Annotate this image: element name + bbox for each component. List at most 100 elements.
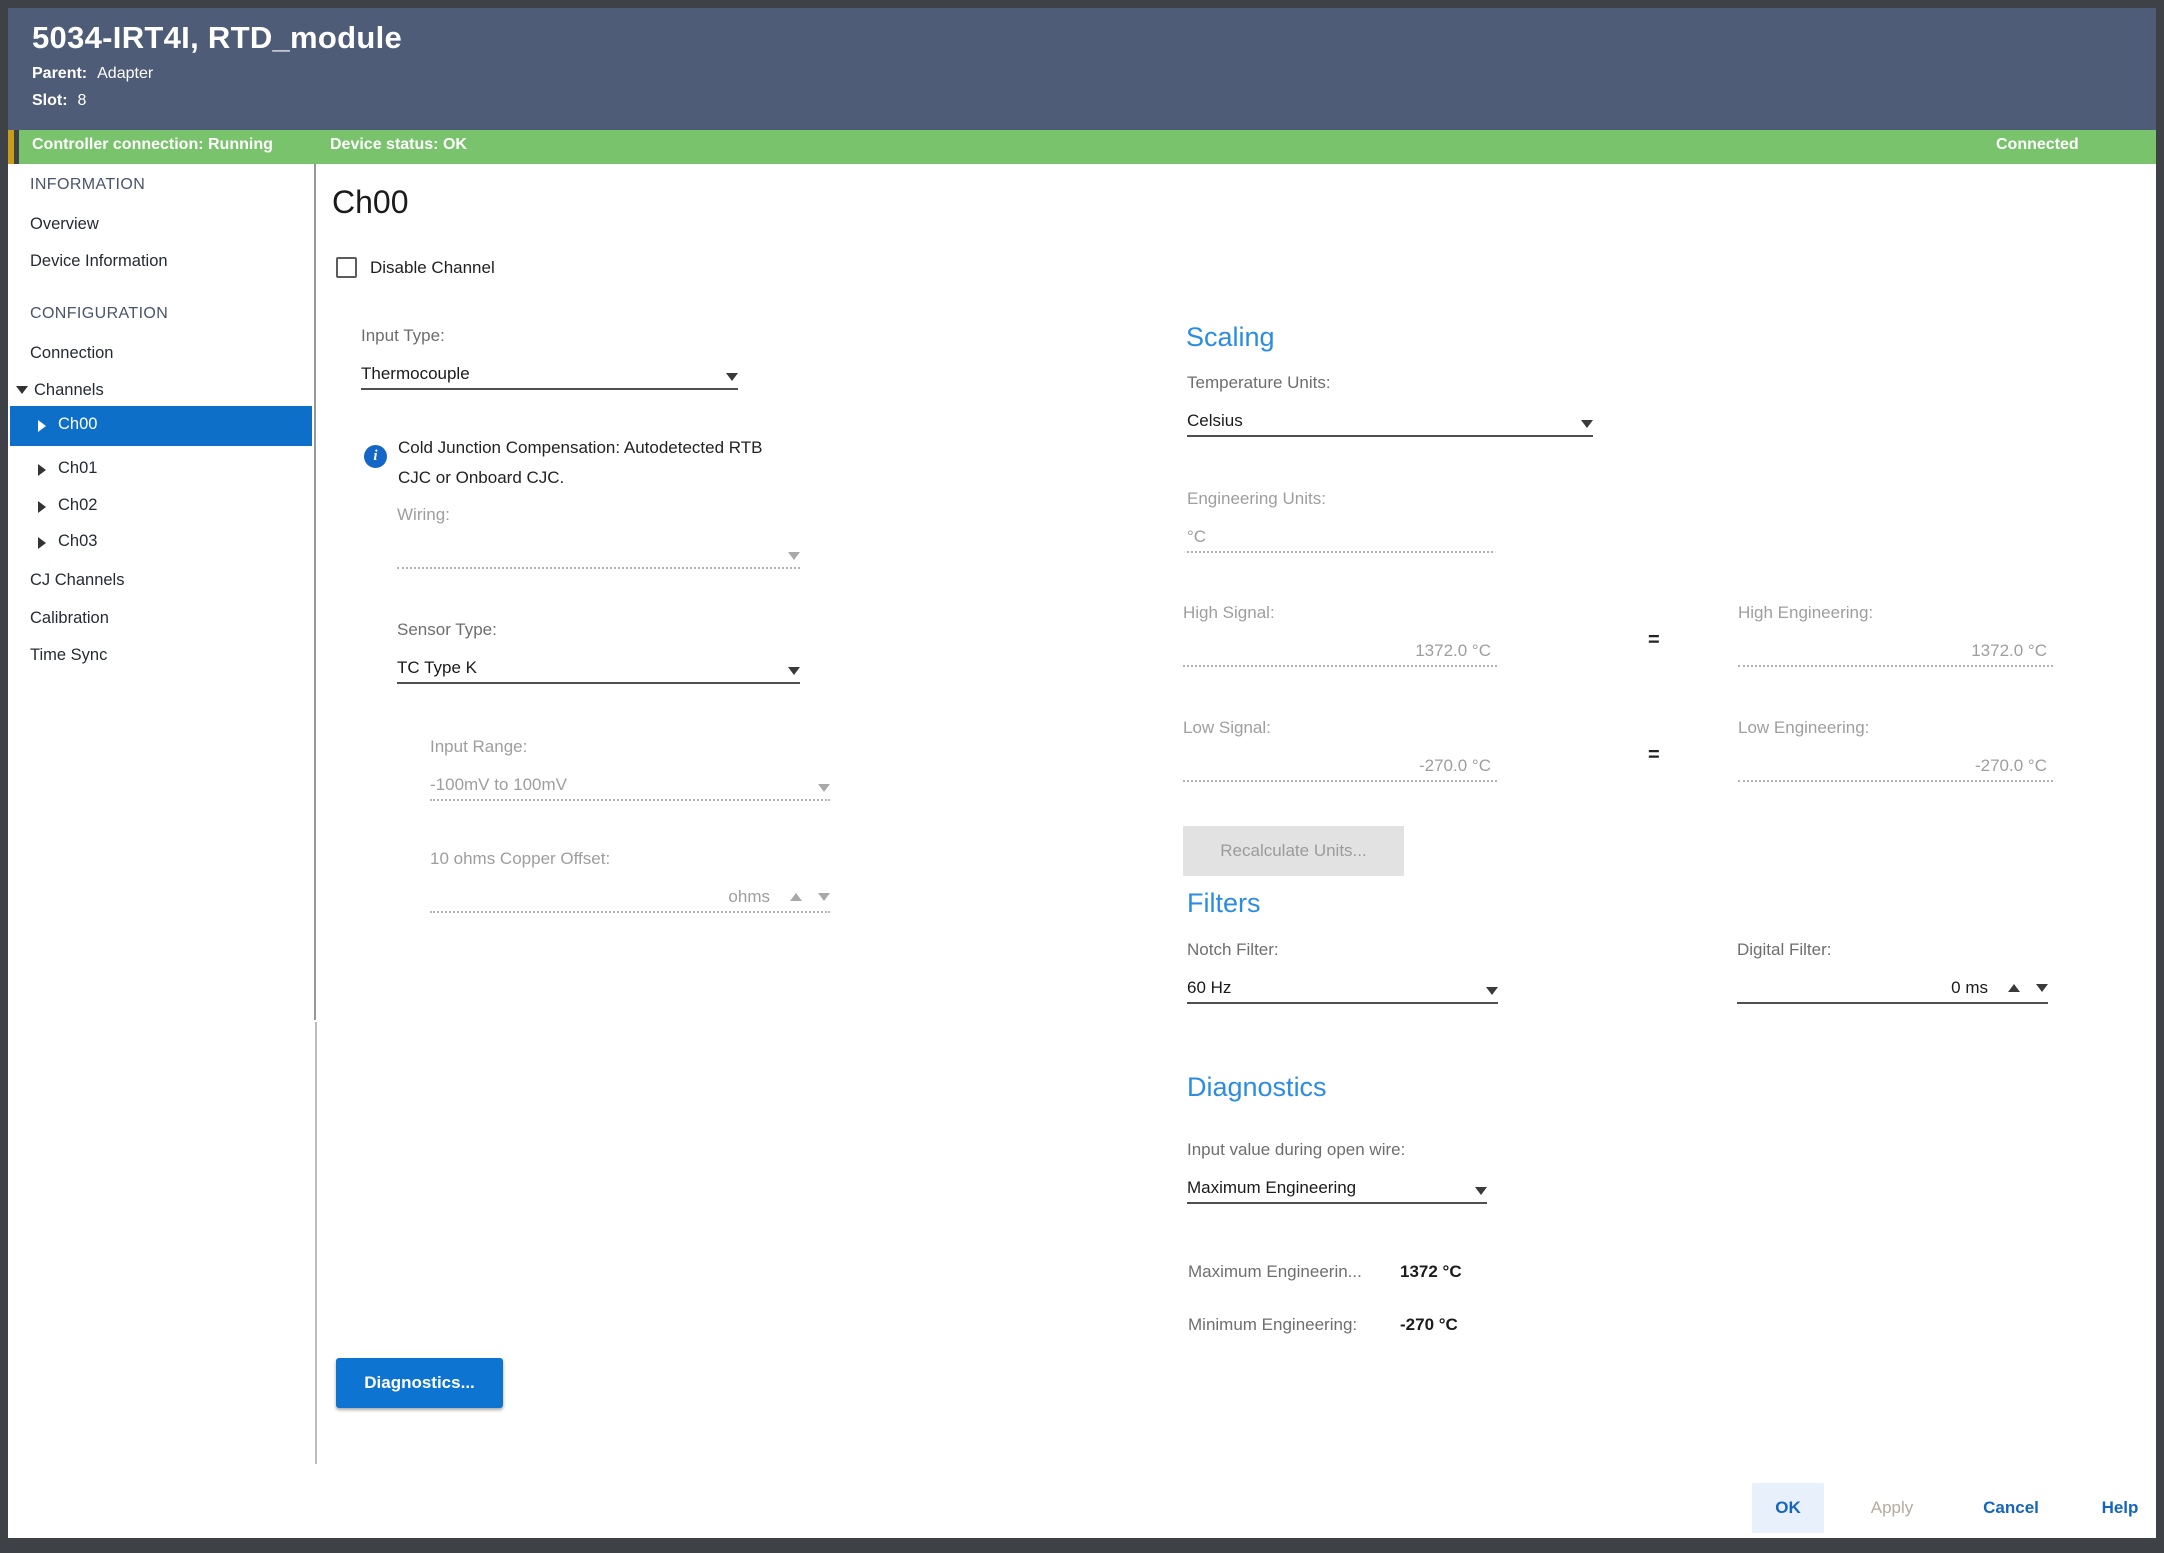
- scaling-heading: Scaling: [1186, 322, 1275, 353]
- input-range-label: Input Range:: [430, 737, 830, 765]
- status-bar: Controller connection: Running Device st…: [8, 130, 2156, 164]
- sidebar-item-channels-label: Channels: [34, 381, 104, 400]
- module-properties-window: 5034-IRT4I, RTD_module Parent:Adapter Sl…: [0, 0, 2164, 1553]
- low-signal-label: Low Signal:: [1183, 718, 1497, 746]
- info-icon: i: [364, 445, 387, 468]
- cancel-button[interactable]: Cancel: [1968, 1483, 2054, 1533]
- chevron-down-icon[interactable]: [788, 667, 800, 675]
- chevron-down-icon[interactable]: [1581, 420, 1593, 428]
- notch-filter-value: 60 Hz: [1187, 978, 1231, 998]
- chevron-down-icon: [788, 552, 800, 560]
- disable-channel-label: Disable Channel: [370, 258, 495, 278]
- equals-sign: =: [1648, 744, 1660, 767]
- high-engineering-value: 1372.0 °C: [1971, 641, 2053, 661]
- high-engineering-field: High Engineering: 1372.0 °C: [1738, 603, 2053, 667]
- low-signal-field: Low Signal: -270.0 °C: [1183, 718, 1497, 782]
- wiring-label: Wiring:: [397, 505, 800, 533]
- open-wire-label: Input value during open wire:: [1187, 1140, 1487, 1168]
- chevron-down-icon[interactable]: [1486, 987, 1498, 995]
- input-type-label: Input Type:: [361, 326, 738, 354]
- sidebar-item-ch01-label: Ch01: [58, 459, 97, 478]
- sidebar-item-calibration[interactable]: Calibration: [30, 609, 109, 628]
- high-engineering-input: 1372.0 °C: [1738, 631, 2053, 667]
- notch-filter-select[interactable]: 60 Hz: [1187, 968, 1498, 1004]
- sidebar-heading-information: INFORMATION: [30, 176, 145, 194]
- notch-filter-label: Notch Filter:: [1187, 940, 1498, 968]
- sidebar-item-ch03[interactable]: Ch03: [10, 527, 312, 559]
- window-border-bottom: [0, 1538, 2164, 1553]
- controller-connection-status: Controller connection: Running: [32, 136, 273, 154]
- max-engineering-label: Maximum Engineerin...: [1188, 1262, 1362, 1282]
- wiring-select: [397, 533, 800, 569]
- temperature-units-select[interactable]: Celsius: [1187, 401, 1593, 437]
- sidebar-item-cj-channels[interactable]: CJ Channels: [30, 571, 124, 590]
- max-engineering-value: 1372 °C: [1400, 1262, 1462, 1282]
- engineering-units-input: °C: [1187, 517, 1493, 553]
- equals-sign: =: [1648, 629, 1660, 652]
- disable-channel-checkbox[interactable]: [336, 257, 357, 278]
- engineering-units-label: Engineering Units:: [1187, 489, 1493, 517]
- open-wire-select[interactable]: Maximum Engineering: [1187, 1168, 1487, 1204]
- sidebar-item-ch00-label: Ch00: [58, 415, 97, 434]
- low-engineering-field: Low Engineering: -270.0 °C: [1738, 718, 2053, 782]
- sidebar-item-ch02-label: Ch02: [58, 496, 97, 515]
- window-border-top: [0, 0, 2164, 8]
- digital-filter-spinner[interactable]: 0 ms: [1737, 968, 2048, 1004]
- expand-caret-icon[interactable]: [38, 537, 46, 549]
- apply-button: Apply: [1852, 1483, 1932, 1533]
- ok-button[interactable]: OK: [1752, 1483, 1824, 1533]
- spin-down-icon: [818, 893, 830, 901]
- low-signal-value: -270.0 °C: [1419, 756, 1497, 776]
- low-engineering-label: Low Engineering:: [1738, 718, 2053, 746]
- device-status: Device status: OK: [330, 136, 467, 154]
- sidebar-item-ch02[interactable]: Ch02: [10, 491, 312, 523]
- expand-caret-icon[interactable]: [38, 420, 46, 432]
- low-engineering-input: -270.0 °C: [1738, 746, 2053, 782]
- high-signal-input: 1372.0 °C: [1183, 631, 1497, 667]
- digital-filter-label: Digital Filter:: [1737, 940, 2048, 968]
- min-engineering-value: -270 °C: [1400, 1315, 1458, 1335]
- digital-filter-value: 0 ms: [1951, 978, 1994, 998]
- sidebar-item-ch01[interactable]: Ch01: [10, 454, 312, 486]
- window-title: 5034-IRT4I, RTD_module: [32, 20, 402, 56]
- chevron-down-icon[interactable]: [726, 373, 738, 381]
- engineering-units-value: °C: [1187, 527, 1206, 547]
- status-accent-divider: [14, 130, 19, 164]
- sidebar-item-time-sync[interactable]: Time Sync: [30, 646, 107, 665]
- cjc-note: i Cold Junction Compensation: Autodetect…: [364, 433, 786, 493]
- sidebar-item-device-information[interactable]: Device Information: [30, 252, 168, 271]
- input-type-select[interactable]: Thermocouple: [361, 354, 738, 390]
- expand-caret-icon[interactable]: [38, 501, 46, 513]
- high-signal-field: High Signal: 1372.0 °C: [1183, 603, 1497, 667]
- chevron-down-icon[interactable]: [1475, 1187, 1487, 1195]
- high-signal-label: High Signal:: [1183, 603, 1497, 631]
- sidebar-item-overview[interactable]: Overview: [30, 215, 99, 234]
- sidebar-item-ch00-selected[interactable]: Ch00: [10, 406, 312, 446]
- copper-offset-label: 10 ohms Copper Offset:: [430, 849, 830, 877]
- spin-up-icon: [790, 893, 802, 901]
- sidebar-item-connection[interactable]: Connection: [30, 344, 113, 363]
- input-range-value: -100mV to 100mV: [430, 775, 567, 795]
- help-button[interactable]: Help: [2088, 1483, 2152, 1533]
- spin-up-icon[interactable]: [2008, 984, 2020, 992]
- cjc-note-text: Cold Junction Compensation: Autodetected…: [398, 433, 786, 493]
- engineering-units-field: Engineering Units: °C: [1187, 489, 1493, 553]
- recalculate-units-button: Recalculate Units...: [1183, 826, 1404, 876]
- input-range-select: -100mV to 100mV: [430, 765, 830, 801]
- spin-down-icon[interactable]: [2036, 984, 2048, 992]
- connection-state: Connected: [1996, 136, 2079, 154]
- low-signal-input: -270.0 °C: [1183, 746, 1497, 782]
- diagnostics-button[interactable]: Diagnostics...: [336, 1358, 503, 1408]
- window-border-right: [2156, 0, 2164, 1553]
- sidebar-heading-configuration: CONFIGURATION: [30, 305, 168, 323]
- window-border-left: [0, 0, 8, 1553]
- open-wire-field: Input value during open wire: Maximum En…: [1187, 1140, 1487, 1204]
- collapse-caret-icon[interactable]: [16, 386, 28, 394]
- filters-heading: Filters: [1187, 888, 1261, 919]
- parent-value: Adapter: [97, 65, 153, 82]
- sensor-type-select[interactable]: TC Type K: [397, 648, 800, 684]
- sensor-type-value: TC Type K: [397, 658, 477, 678]
- sidebar-item-channels[interactable]: Channels: [10, 376, 312, 406]
- page-title: Ch00: [332, 184, 409, 221]
- expand-caret-icon[interactable]: [38, 464, 46, 476]
